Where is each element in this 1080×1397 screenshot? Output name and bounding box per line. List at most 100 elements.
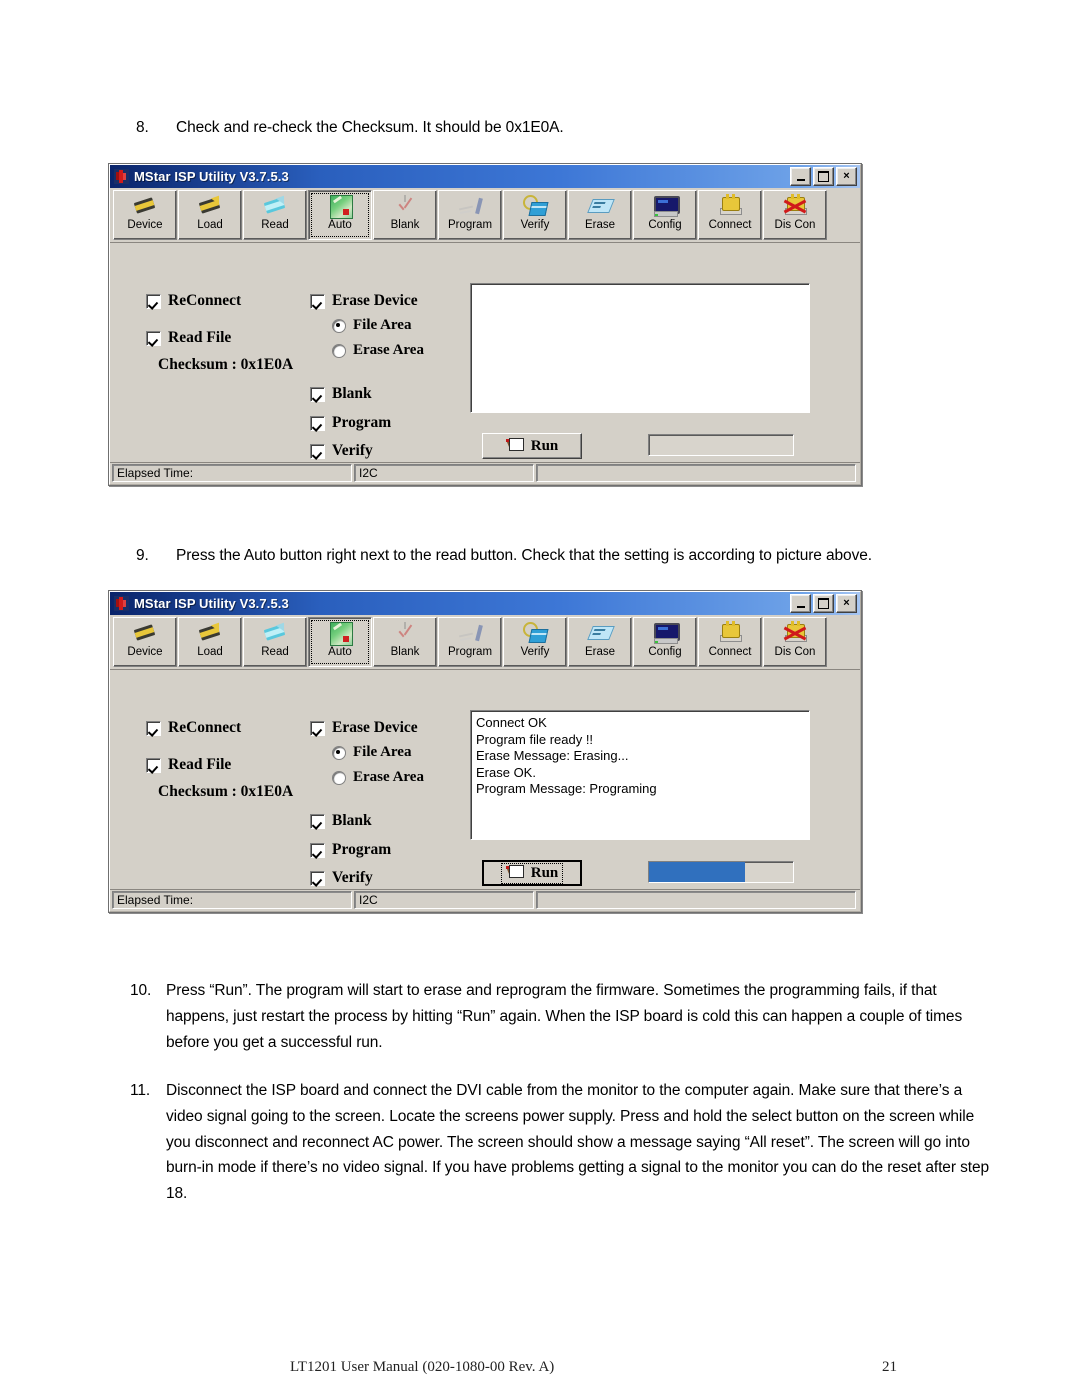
radio-file-area[interactable]: File Area bbox=[332, 744, 411, 761]
toolbar-label: Device bbox=[127, 219, 163, 231]
checkbox-box[interactable] bbox=[310, 870, 325, 886]
checkbox-program[interactable]: Program bbox=[310, 414, 391, 432]
progress-fill bbox=[649, 862, 746, 882]
toolbar-button-read[interactable]: Read bbox=[243, 617, 307, 667]
checkbox-blank[interactable]: Blank bbox=[310, 385, 372, 403]
checkbox-box[interactable] bbox=[146, 293, 161, 309]
status-bar-2: Elapsed Time: I2C bbox=[110, 890, 860, 911]
radio-erase-area[interactable]: Erase Area bbox=[332, 342, 424, 359]
toolbar-button-connect[interactable]: Connect bbox=[698, 617, 762, 667]
radio-box[interactable] bbox=[332, 343, 346, 358]
radio-label: File Area bbox=[353, 317, 412, 333]
checkbox-program[interactable]: Program bbox=[310, 841, 391, 859]
run-button-1[interactable]: Run bbox=[482, 433, 582, 459]
chip-load-icon bbox=[197, 619, 224, 645]
radio-box[interactable] bbox=[332, 745, 346, 760]
close-icon[interactable]: × bbox=[836, 594, 857, 613]
toolbar-label: Verify bbox=[520, 646, 550, 658]
toolbar-button-auto[interactable]: Auto bbox=[308, 190, 372, 240]
auto-icon bbox=[327, 194, 353, 219]
toolbar-button-verify[interactable]: Verify bbox=[503, 190, 567, 240]
checkbox-label: Verify bbox=[332, 869, 373, 886]
checkbox-label: Erase Device bbox=[332, 719, 418, 736]
step-8-text: Check and re-check the Checksum. It shou… bbox=[176, 119, 564, 136]
toolbar-button-device[interactable]: Device bbox=[113, 617, 177, 667]
title-bar[interactable]: MStar ISP Utility V3.7.5.3 × bbox=[110, 592, 860, 615]
toolbar-button-discon[interactable]: Dis Con bbox=[763, 190, 827, 240]
checkbox-box[interactable] bbox=[310, 720, 325, 736]
checkbox-read-file[interactable]: Read File bbox=[146, 756, 231, 774]
toolbar-button-discon[interactable]: Dis Con bbox=[763, 617, 827, 667]
radio-box[interactable] bbox=[332, 318, 346, 333]
window-controls[interactable]: × bbox=[790, 594, 857, 613]
checkbox-box[interactable] bbox=[310, 386, 325, 402]
checkbox-box[interactable] bbox=[146, 757, 161, 773]
footer-manual-title: LT1201 User Manual (020-1080-00 Rev. A) bbox=[290, 1359, 555, 1375]
checkbox-verify[interactable]: Verify bbox=[310, 869, 373, 887]
toolbar-button-load[interactable]: Load bbox=[178, 617, 242, 667]
checkbox-box[interactable] bbox=[146, 330, 161, 346]
checkbox-box[interactable] bbox=[146, 720, 161, 736]
checkbox-box[interactable] bbox=[310, 293, 325, 309]
radio-box[interactable] bbox=[332, 770, 346, 785]
checkbox-blank[interactable]: Blank bbox=[310, 812, 372, 830]
toolbar-button-config[interactable]: Config bbox=[633, 617, 697, 667]
log-output-2[interactable]: Connect OK Program file ready !! Erase M… bbox=[470, 710, 810, 840]
log-line: Program file ready !! bbox=[476, 731, 594, 747]
toolbar-button-verify[interactable]: Verify bbox=[503, 617, 567, 667]
checkbox-label: Read File bbox=[168, 329, 232, 346]
toolbar-button-program[interactable]: Program bbox=[438, 617, 502, 667]
checkbox-box[interactable] bbox=[310, 842, 325, 858]
toolbar-button-auto[interactable]: Auto bbox=[308, 617, 372, 667]
checkbox-reconnect[interactable]: ReConnect bbox=[146, 719, 241, 737]
run-icon bbox=[505, 438, 524, 454]
step-11: 11. Disconnect the ISP board and connect… bbox=[130, 1078, 995, 1207]
radio-file-area[interactable]: File Area bbox=[332, 317, 411, 334]
close-icon[interactable]: × bbox=[836, 167, 857, 186]
toolbar-1[interactable]: Device Load Read Auto Blank Program Veri… bbox=[110, 188, 860, 243]
maximize-icon[interactable] bbox=[813, 594, 834, 613]
toolbar-button-blank[interactable]: Blank bbox=[373, 617, 437, 667]
maximize-icon[interactable] bbox=[813, 167, 834, 186]
checkbox-erase-device[interactable]: Erase Device bbox=[310, 719, 418, 737]
checkbox-erase-device[interactable]: Erase Device bbox=[310, 292, 418, 310]
progress-bar-2 bbox=[648, 861, 794, 883]
eraser-icon bbox=[587, 194, 615, 218]
toolbar-label: Program bbox=[447, 219, 493, 231]
toolbar-button-read[interactable]: Read bbox=[243, 190, 307, 240]
footer-page-number: 21 bbox=[882, 1359, 897, 1375]
title-bar[interactable]: MStar ISP Utility V3.7.5.3 × bbox=[110, 165, 860, 188]
toolbar-button-erase[interactable]: Erase bbox=[568, 190, 632, 240]
window-controls[interactable]: × bbox=[790, 167, 857, 186]
toolbar-button-erase[interactable]: Erase bbox=[568, 617, 632, 667]
minimize-icon[interactable] bbox=[790, 594, 811, 613]
mstar-isp-window-2[interactable]: MStar ISP Utility V3.7.5.3 × Device Load bbox=[108, 590, 862, 913]
checkbox-read-file[interactable]: Read File bbox=[146, 329, 231, 347]
log-output-1[interactable] bbox=[470, 283, 810, 413]
toolbar-button-config[interactable]: Config bbox=[633, 190, 697, 240]
toolbar-label: Dis Con bbox=[774, 646, 816, 658]
toolbar-button-device[interactable]: Device bbox=[113, 190, 177, 240]
toolbar-button-load[interactable]: Load bbox=[178, 190, 242, 240]
checkbox-box[interactable] bbox=[310, 415, 325, 431]
radio-erase-area[interactable]: Erase Area bbox=[332, 769, 424, 786]
checkbox-verify[interactable]: Verify bbox=[310, 442, 373, 460]
mstar-isp-window-1[interactable]: MStar ISP Utility V3.7.5.3 × Device Load bbox=[108, 163, 862, 486]
checkbox-box[interactable] bbox=[310, 813, 325, 829]
window-title: MStar ISP Utility V3.7.5.3 bbox=[134, 596, 289, 611]
toolbar-button-program[interactable]: Program bbox=[438, 190, 502, 240]
status-message bbox=[536, 464, 856, 482]
checkbox-reconnect[interactable]: ReConnect bbox=[146, 292, 241, 310]
step-11-text: Disconnect the ISP board and connect the… bbox=[166, 1082, 989, 1203]
toolbar-label: Auto bbox=[328, 646, 352, 658]
checkbox-box[interactable] bbox=[310, 443, 325, 459]
toolbar-label: Verify bbox=[520, 219, 550, 231]
radio-label: File Area bbox=[353, 744, 412, 760]
toolbar-2[interactable]: Device Load Read Auto Blank Program Veri… bbox=[110, 615, 860, 670]
toolbar-button-connect[interactable]: Connect bbox=[698, 190, 762, 240]
toolbar-button-blank[interactable]: Blank bbox=[373, 190, 437, 240]
minimize-icon[interactable] bbox=[790, 167, 811, 186]
run-button-2[interactable]: Run bbox=[482, 860, 582, 886]
log-line: Program Message: Programing bbox=[476, 781, 657, 796]
window-title: MStar ISP Utility V3.7.5.3 bbox=[134, 169, 289, 184]
